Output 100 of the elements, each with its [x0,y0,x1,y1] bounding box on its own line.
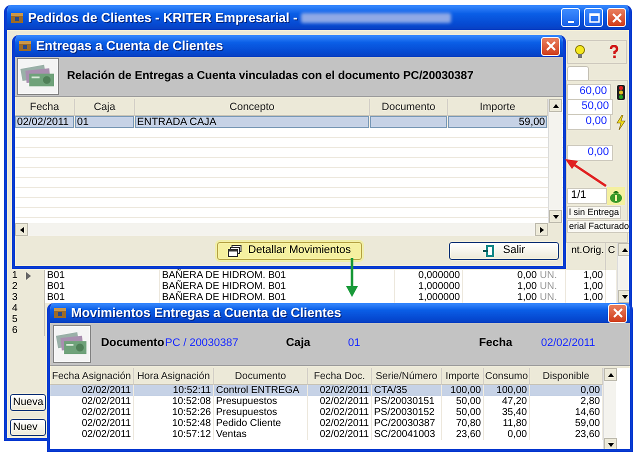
minimize-button[interactable] [561,8,580,27]
scroll-up-button[interactable] [549,99,562,112]
new-button[interactable]: Nuev [10,419,46,436]
date-cell: 02/02/2011 [15,116,75,128]
help-icon[interactable] [608,45,620,59]
option-label: l sin Entrega [567,206,622,219]
arrow [346,258,358,297]
row-header[interactable]: 1 [10,270,45,281]
time-cell: 10:52:48 [134,418,214,429]
date-cell: 02/02/2011 [308,396,372,407]
option-label: erial Facturado [567,220,629,233]
right-arrow-icon[interactable] [538,226,544,234]
window-title: Movimientos Entregas a Cuenta de Clientes [71,305,342,321]
left-arrow-icon[interactable] [18,226,24,234]
row-header[interactable]: 5 [10,314,45,325]
scroll-down-button[interactable] [549,210,562,223]
column-header[interactable]: Importe [448,99,548,116]
table-cell [606,270,617,281]
column-header[interactable]: Caja [75,99,135,116]
document-cell: Ventas [214,429,308,440]
new-button[interactable]: Nueva [10,394,46,411]
lightbulb-icon[interactable] [574,45,586,59]
scroll-up-button[interactable] [618,243,629,256]
row-number: 5 [12,314,18,325]
column-header[interactable]: Documento [370,99,448,116]
time-cell: 10:52:26 [134,407,214,418]
scroll-down-button[interactable] [604,438,617,449]
detail-movements-button[interactable]: Detallar Movimientos [217,242,362,260]
close-icon[interactable] [610,12,622,24]
scroll-down-button[interactable] [618,290,629,303]
row-header[interactable]: 2 [10,281,45,292]
page-counter: 1/1 [567,188,607,204]
field-value: 01 [348,337,362,351]
scrollbar[interactable] [617,243,629,303]
amount-cell: 70,80 [442,418,484,429]
maximize-button[interactable] [584,8,603,27]
window-title: Pedidos de Clientes - KRITER Empresarial - [28,10,298,26]
row-header[interactable]: 3 [10,292,45,303]
document-cell: Presupuestos [214,407,308,418]
amount-value: 0,00 [517,270,537,281]
exit-button[interactable]: Salir [449,242,559,260]
arrow [565,159,607,188]
column-header[interactable]: Consumo [484,368,530,385]
date-cell: 02/02/2011 [50,418,134,429]
column-header[interactable]: Serie/Número [372,368,442,385]
close-button[interactable] [607,8,626,27]
close-icon[interactable] [544,40,556,52]
column-header[interactable]: Disponible [530,368,603,385]
row-number: 1 [12,270,18,281]
value-field: 50,00 [567,99,613,115]
current-row-icon [26,272,31,280]
close-button[interactable] [541,36,560,56]
up-arrow-icon[interactable] [606,372,614,378]
unit-label: UN. [540,270,557,281]
product-description: BAÑERA DE HIDROM. B01 [160,281,395,292]
time-cell: 10:57:12 [134,429,214,440]
up-arrow-icon[interactable] [620,246,628,252]
series-number-cell: PS/20030151 [372,396,442,407]
column-header[interactable]: Hora Asignación [134,368,214,385]
table-cell [606,292,617,303]
column-header[interactable]: Fecha Doc. [308,368,372,385]
row-header[interactable]: 6 [10,325,45,336]
value-field: 0,00 [567,145,613,161]
amount-value: 1,00 [517,281,537,292]
scroll-right-button[interactable] [535,223,548,236]
date-cell: 02/02/2011 [50,429,134,440]
scroll-up-button[interactable] [604,368,617,381]
available-cell: 2,80 [530,396,603,407]
lightning-icon [615,114,627,130]
row-number: 2 [12,281,18,292]
close-icon[interactable] [612,307,624,319]
consumption-cell: 35,40 [484,407,530,418]
column-header[interactable]: Importe [442,368,484,385]
quantity-cell: 1,000000 [395,281,463,292]
close-button[interactable] [608,304,627,322]
scroll-left-button[interactable] [15,223,28,236]
document-cell: Control ENTREGA [214,385,308,396]
scrollbar[interactable] [15,223,548,236]
column-header[interactable]: Fecha [15,99,75,116]
column-header[interactable]: Fecha Asignación [50,368,134,385]
scrollbar[interactable] [548,99,562,223]
down-arrow-icon[interactable] [620,294,628,300]
amount-cell: 59,00 [448,116,548,128]
maximize-icon[interactable] [588,12,600,24]
amount-cell: 50,00 [442,407,484,418]
value-field: 60,00 [567,84,611,100]
unit-label: UN. [540,292,557,303]
unit-label: UN. [540,281,557,292]
down-arrow-icon[interactable] [606,442,614,448]
column-header[interactable]: Concepto [135,99,370,116]
quantity-cell: 1,000000 [395,292,463,303]
column-header[interactable]: Documento [214,368,308,385]
consumption-cell: 11,80 [484,418,530,429]
amount-cell: 100,00 [442,385,484,396]
down-arrow-icon[interactable] [552,214,560,220]
scrollbar[interactable] [603,368,616,449]
row-header[interactable]: 4 [10,303,45,314]
series-number-cell: CTA/35 [372,385,442,396]
windows-icon [228,245,242,257]
up-arrow-icon[interactable] [552,102,560,108]
